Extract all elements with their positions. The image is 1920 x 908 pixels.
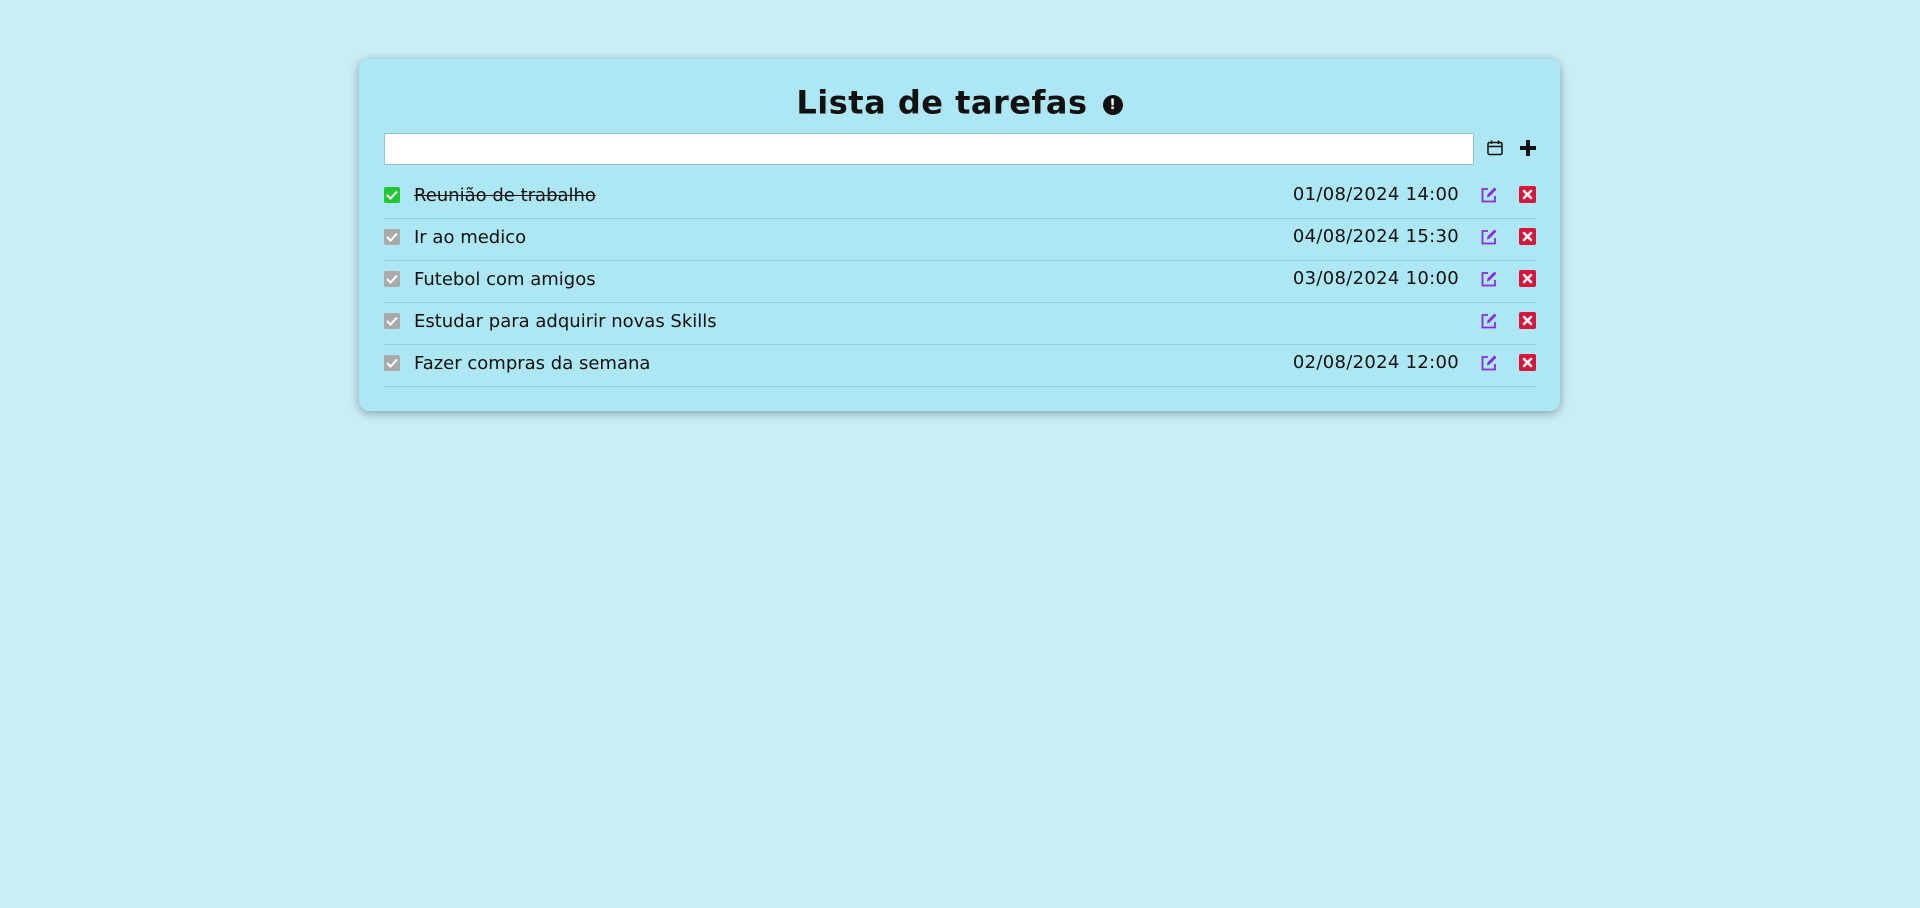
delete-x-icon [1522, 315, 1533, 326]
task-text: Fazer compras da semana [414, 353, 651, 374]
title-row: Lista de tarefas ! [359, 81, 1560, 123]
edit-task-button[interactable] [1480, 312, 1498, 330]
checkbox-check-icon [386, 190, 398, 200]
task-list: Reunião de trabalho 01/08/2024 14:00 Ir ao… [384, 177, 1536, 387]
edit-icon [1481, 229, 1497, 245]
checkbox-check-icon [386, 274, 398, 284]
task-text: Futebol com amigos [414, 269, 596, 290]
task-checkbox[interactable] [384, 355, 400, 371]
page-title: Lista de tarefas [796, 83, 1088, 122]
task-checkbox[interactable] [384, 271, 400, 287]
checkbox-check-icon [386, 358, 398, 368]
task-text: Ir ao medico [414, 227, 527, 248]
add-task-button[interactable] [1518, 138, 1538, 158]
edit-icon [1481, 187, 1497, 203]
task-date: 02/08/2024 12:00 [1292, 352, 1459, 373]
todo-card: Lista de tarefas ! Reunião de trabalho 01… [359, 59, 1560, 411]
task-checkbox[interactable] [384, 229, 400, 245]
info-icon[interactable]: ! [1102, 94, 1123, 115]
delete-task-button[interactable] [1519, 354, 1536, 371]
plus-icon [1520, 140, 1536, 156]
task-date: 03/08/2024 10:00 [1292, 268, 1459, 289]
task-text: Estudar para adquirir novas Skills [414, 311, 717, 332]
task-text: Reunião de trabalho [414, 185, 596, 206]
task-row: Ir ao medico 04/08/2024 15:30 [384, 219, 1536, 261]
edit-task-button[interactable] [1480, 270, 1498, 288]
delete-x-icon [1522, 273, 1533, 284]
task-row: Futebol com amigos 03/08/2024 10:00 [384, 261, 1536, 303]
new-task-row [384, 133, 1536, 165]
edit-task-button[interactable] [1480, 354, 1498, 372]
task-row: Fazer compras da semana 02/08/2024 12:00 [384, 345, 1536, 387]
edit-icon [1481, 355, 1497, 371]
task-checkbox[interactable] [384, 187, 400, 203]
task-date: 01/08/2024 14:00 [1292, 184, 1459, 205]
edit-task-button[interactable] [1480, 186, 1498, 204]
delete-task-button[interactable] [1519, 186, 1536, 203]
task-row: Reunião de trabalho 01/08/2024 14:00 [384, 177, 1536, 219]
delete-x-icon [1522, 357, 1533, 368]
delete-task-button[interactable] [1519, 270, 1536, 287]
delete-x-icon [1522, 189, 1533, 200]
checkbox-check-icon [386, 232, 398, 242]
edit-icon [1481, 313, 1497, 329]
delete-task-button[interactable] [1519, 228, 1536, 245]
calendar-icon[interactable] [1486, 139, 1504, 157]
edit-icon [1481, 271, 1497, 287]
task-date: 04/08/2024 15:30 [1292, 226, 1459, 247]
checkbox-check-icon [386, 316, 398, 326]
delete-x-icon [1522, 231, 1533, 242]
delete-task-button[interactable] [1519, 312, 1536, 329]
task-row: Estudar para adquirir novas Skills [384, 303, 1536, 345]
task-checkbox[interactable] [384, 313, 400, 329]
edit-task-button[interactable] [1480, 228, 1498, 246]
task-input[interactable] [384, 133, 1474, 165]
